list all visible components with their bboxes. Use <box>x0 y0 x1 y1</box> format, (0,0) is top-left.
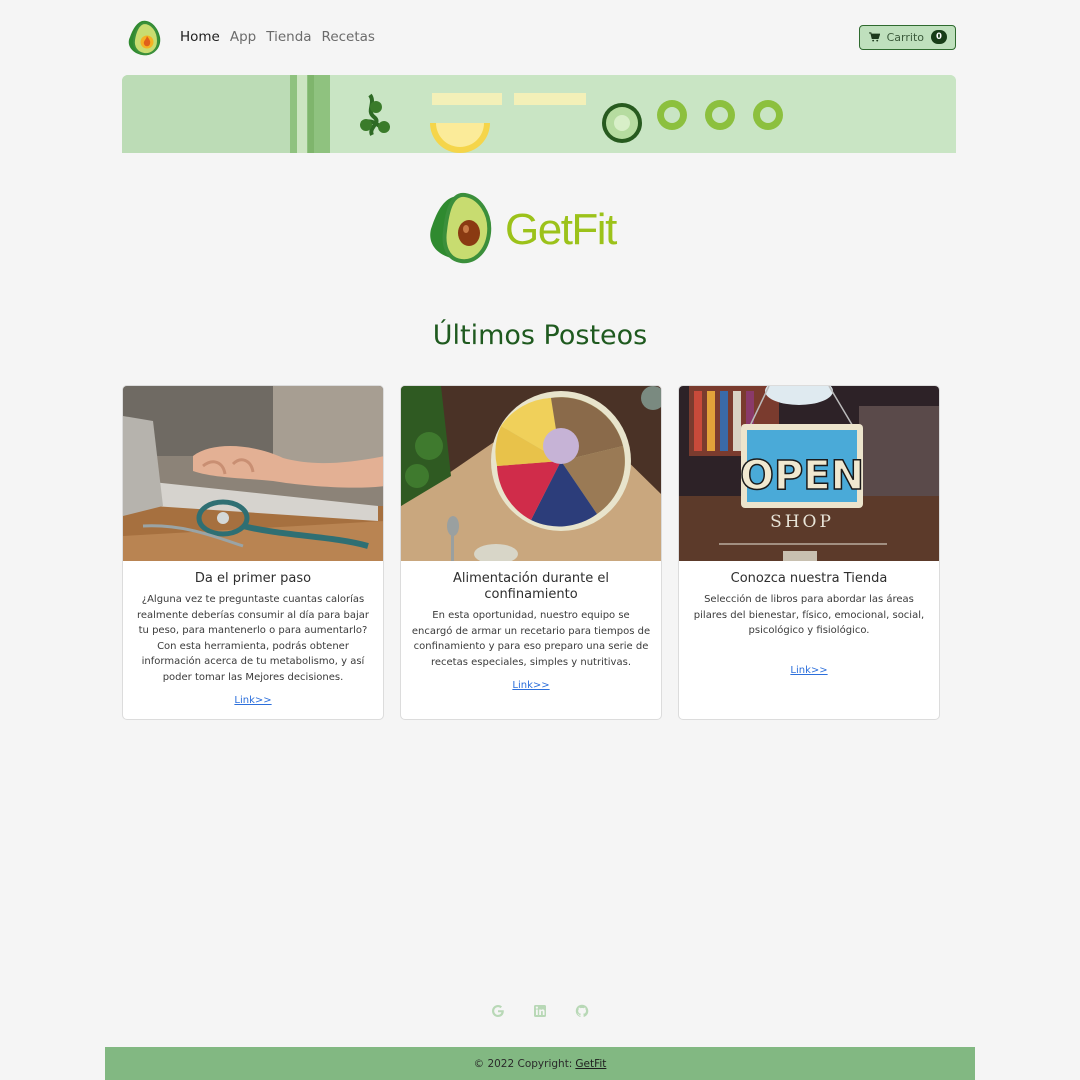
card-title: Conozca nuestra Tienda <box>730 571 888 586</box>
post-card: Alimentación durante el confinamiento En… <box>400 385 662 720</box>
card-title: Alimentación durante el confinamiento <box>452 571 610 602</box>
card-link[interactable]: Link>> <box>790 665 827 676</box>
cart-label: Carrito <box>886 30 924 44</box>
github-icon[interactable] <box>575 1004 589 1018</box>
avocado-logo-icon <box>430 192 492 264</box>
card-body: Da el primer paso ¿Alguna vez te pregunt… <box>123 561 383 707</box>
nav-link-recetas[interactable]: Recetas <box>322 29 375 45</box>
navbar: Home App Tienda Recetas Carrito 0 <box>122 14 956 60</box>
nav-link-tienda[interactable]: Tienda <box>266 29 311 45</box>
laptop-stethoscope-photo <box>123 386 383 561</box>
cart-button[interactable]: Carrito 0 <box>858 24 956 50</box>
shopping-cart-icon <box>868 32 880 42</box>
linkedin-icon[interactable] <box>533 1004 547 1018</box>
card-text: En esta oportunidad, nuestro equipo se e… <box>411 610 651 668</box>
card-text: ¿Alguna vez te preguntaste cuantas calor… <box>136 594 370 683</box>
social-links <box>0 1004 1080 1018</box>
nav-links: Home App Tienda Recetas <box>180 29 375 45</box>
card-body: Alimentación durante el confinamiento En… <box>401 561 661 692</box>
post-card: Da el primer paso ¿Alguna vez te pregunt… <box>122 385 384 720</box>
card-link[interactable]: Link>> <box>234 695 271 706</box>
avocado-logo-icon[interactable] <box>122 15 166 59</box>
nav-link-home[interactable]: Home <box>180 29 220 45</box>
card-title: Da el primer paso <box>194 571 312 586</box>
copyright-text: © 2022 Copyright: <box>473 1057 573 1070</box>
card-text: Selección de libros para abordar las áre… <box>693 594 925 636</box>
brand-logo: GetFit <box>421 189 621 267</box>
google-icon[interactable] <box>491 1004 505 1018</box>
brand-name: GetFit <box>505 205 617 254</box>
post-card: OPEN SHOP Conozca nuestra Tienda Selecci… <box>678 385 940 720</box>
footer-brand-link[interactable]: GetFit <box>575 1058 606 1070</box>
open-shop-sign-photo: OPEN SHOP <box>679 386 939 561</box>
svg-text:OPEN: OPEN <box>740 453 864 499</box>
nav-link-app[interactable]: App <box>230 29 256 45</box>
card-link[interactable]: Link>> <box>512 680 549 691</box>
vegetables-banner-image <box>122 75 956 153</box>
hero-banner <box>122 75 956 153</box>
footer: © 2022 Copyright: GetFit <box>105 1047 975 1080</box>
healthy-bowl-photo <box>401 386 661 561</box>
section-title: Últimos Posteos <box>432 320 648 351</box>
card-body: Conozca nuestra Tienda Selección de libr… <box>679 561 939 677</box>
svg-text:SHOP: SHOP <box>770 512 834 532</box>
cart-count-badge: 0 <box>931 30 947 44</box>
